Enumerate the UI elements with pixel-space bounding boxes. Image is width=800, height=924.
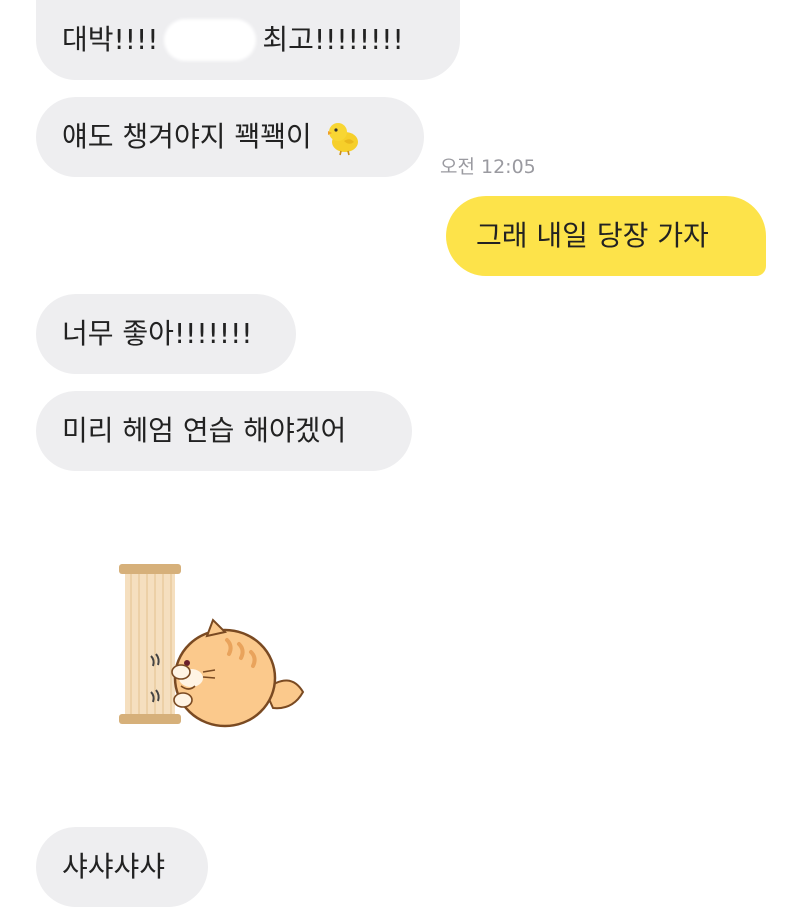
message-text: 그래 내일 당장 가자 (476, 219, 709, 252)
sent-message-bubble[interactable]: 그래 내일 당장 가자 (446, 196, 766, 276)
redacted-name (164, 19, 257, 61)
message-text: 샤샤샤샤 (62, 850, 166, 883)
message-text: 최고!!!!!!!! (262, 23, 404, 56)
message-text: 대박!!!! (62, 23, 159, 56)
message-bubble[interactable]: 얘도 챙겨야지 꽥꽥이 (36, 97, 424, 177)
message-bubble[interactable]: 대박!!!! 최고!!!!!!!! (36, 0, 460, 80)
message-timestamp: 오전 12:05 (440, 156, 536, 178)
message-bubble[interactable]: 너무 좋아!!!!!!! (36, 294, 296, 374)
message-bubble[interactable]: 샤샤샤샤 (36, 827, 208, 907)
message-text: 너무 좋아!!!!!!! (62, 317, 253, 350)
cat-scratching-post-sticker[interactable] (115, 560, 315, 735)
chick-icon (327, 123, 358, 156)
message-text: 미리 헤엄 연습 해야겠어 (62, 414, 347, 447)
message-bubble[interactable]: 미리 헤엄 연습 해야겠어 (36, 391, 412, 471)
message-text: 얘도 챙겨야지 꽥꽥이 (62, 120, 312, 153)
